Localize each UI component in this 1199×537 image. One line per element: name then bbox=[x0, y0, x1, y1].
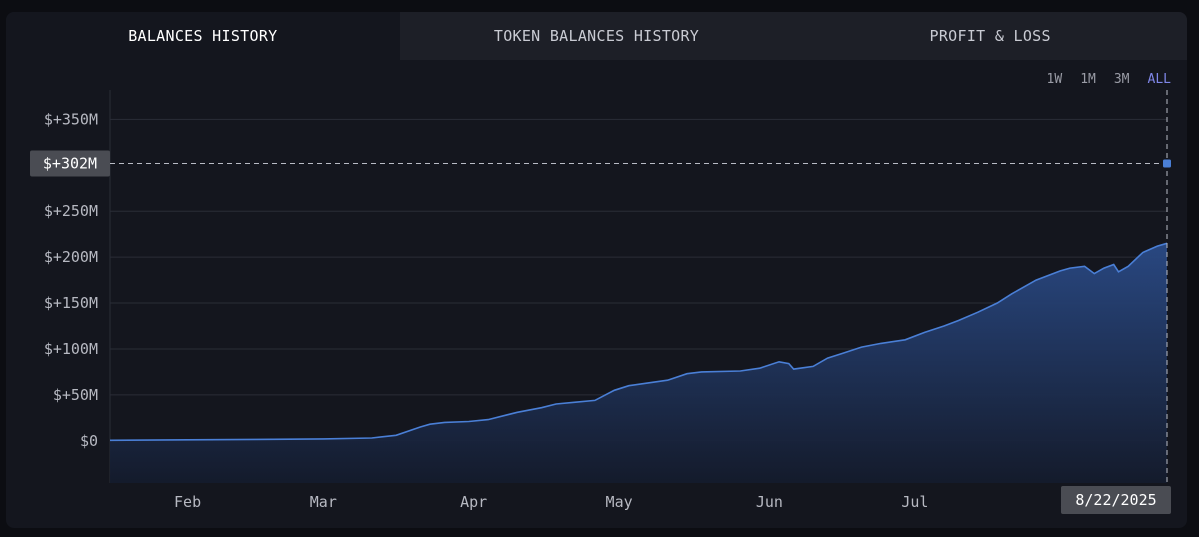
crosshair-date-label: 8/22/2025 bbox=[1075, 491, 1156, 509]
x-tick-label: Mar bbox=[310, 493, 337, 511]
x-tick-label: Jul bbox=[901, 493, 928, 511]
y-tick-label: $+200M bbox=[44, 248, 98, 266]
x-tick-label: Feb bbox=[174, 493, 201, 511]
x-tick-label: Apr bbox=[460, 493, 487, 511]
balance-area bbox=[110, 243, 1167, 483]
y-tick-label: $+250M bbox=[44, 202, 98, 220]
x-tick-label: May bbox=[606, 493, 633, 511]
y-tick-label: $+100M bbox=[44, 340, 98, 358]
crosshair-value-badge: $+302M bbox=[30, 150, 110, 177]
balances-panel: BALANCES HISTORY TOKEN BALANCES HISTORY … bbox=[6, 12, 1187, 528]
y-tick-label: $+50M bbox=[53, 386, 98, 404]
crosshair-value-label: $+302M bbox=[43, 154, 97, 172]
y-tick-label: $+350M bbox=[44, 110, 98, 128]
crosshair-date-badge: 8/22/2025 bbox=[1061, 486, 1171, 514]
x-tick-label: Jun bbox=[756, 493, 783, 511]
y-tick-label: $+150M bbox=[44, 294, 98, 312]
balances-chart[interactable]: $0 $+50M $+100M $+150M $+200M $+250M $+350M Feb… bbox=[6, 12, 1187, 528]
crosshair-point bbox=[1163, 159, 1171, 168]
y-tick-label: $0 bbox=[80, 432, 98, 450]
